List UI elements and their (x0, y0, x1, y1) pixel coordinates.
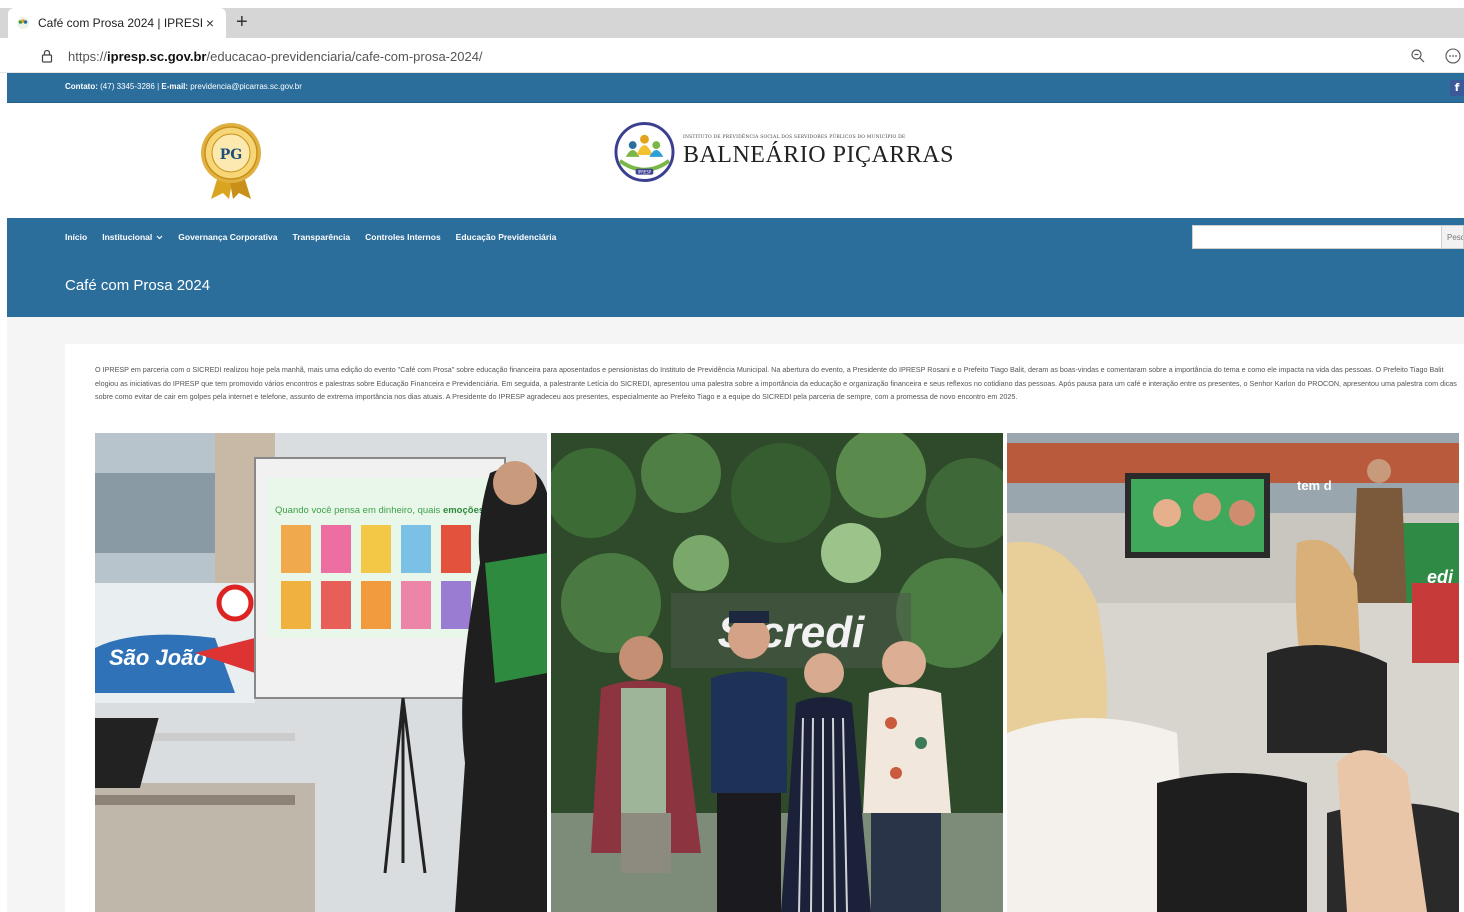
logo-caption: IPRESP (638, 170, 652, 175)
page-titlebar: Café com Prosa 2024 (7, 256, 1464, 317)
zoom-out-icon[interactable] (1410, 48, 1426, 64)
contact-info: Contato: (47) 3345-3286 | E-mail: previd… (65, 82, 302, 91)
site-header: PG IPRESP INSTITUTO DE PREVIDÊNCIA SOCIA… (7, 103, 1464, 218)
chevron-down-icon (156, 235, 163, 239)
nav-item-inicio[interactable]: Início (65, 232, 87, 242)
facebook-icon[interactable]: f (1450, 80, 1464, 96)
badge-letters: PG (220, 147, 242, 163)
new-tab-button[interactable]: + (236, 11, 248, 33)
city-name: BALNEÁRIO PIÇARRAS (682, 142, 954, 168)
browser-tab[interactable]: Café com Prosa 2024 | IPRESP × (8, 8, 226, 38)
photo-group-image: Sicredi (551, 433, 1003, 912)
award-badge-icon: PG (201, 123, 261, 199)
ipresp-logo-icon: IPRESP (614, 122, 675, 182)
lock-icon[interactable] (40, 49, 54, 63)
institute-line: INSTITUTO DE PREVIDÊNCIA SOCIAL DOS SERV… (682, 135, 906, 140)
url-field[interactable]: https://ipresp.sc.gov.br/educacao-previd… (28, 42, 1408, 70)
page-title: Café com Prosa 2024 (65, 277, 211, 294)
nav-item-governanca[interactable]: Governança Corporativa (178, 232, 277, 242)
nav-item-institucional[interactable]: Institucional (102, 232, 163, 242)
article-content: O IPRESP em parceria com o SICREDI reali… (65, 344, 1464, 912)
nav-item-label: Institucional (102, 232, 153, 242)
url-path: /educacao-previdenciaria/cafe-com-prosa-… (206, 48, 483, 64)
site-brand[interactable]: IPRESP INSTITUTO DE PREVIDÊNCIA SOCIAL D… (614, 119, 954, 185)
nav-item-educacao[interactable]: Educação Previdenciária (456, 232, 557, 242)
address-bar: https://ipresp.sc.gov.br/educacao-previd… (0, 38, 1464, 73)
more-options-icon[interactable] (1444, 47, 1462, 65)
gallery-photo-presentation[interactable]: São João Quando você pensa em dinheiro, … (95, 433, 547, 912)
email-label: E-mail: (161, 82, 189, 91)
nav-menu: Início Institucional Governança Corporat… (65, 218, 571, 256)
store-sign-right-text: tem d (1297, 478, 1332, 493)
main-navbar: Início Institucional Governança Corporat… (7, 218, 1464, 256)
article-body: O IPRESP em parceria com o SICREDI reali… (95, 365, 1457, 401)
slide-heading: Quando você pensa em dinheiro, quais emo… (275, 505, 484, 516)
tab-close-icon[interactable]: × (202, 15, 218, 31)
nav-item-controles[interactable]: Controles Internos (365, 232, 441, 242)
contact-separator: | (157, 82, 160, 91)
site-favicon-icon (17, 17, 29, 29)
photo-presentation-image: São João Quando você pensa em dinheiro, … (95, 433, 547, 912)
brand-text: INSTITUTO DE PREVIDÊNCIA SOCIAL DOS SERV… (683, 135, 954, 169)
contact-email[interactable]: previdencia@picarras.sc.gov.br (190, 82, 302, 91)
url-scheme: https:// (68, 48, 108, 64)
webpage: Contato: (47) 3345-3286 | E-mail: previd… (7, 73, 1464, 912)
contact-phone[interactable]: (47) 3345-3286 (100, 82, 155, 91)
gallery-photo-audience[interactable]: tem d edi (1007, 433, 1459, 912)
nav-item-transparencia[interactable]: Transparência (292, 232, 350, 242)
tab-title: Café com Prosa 2024 | IPRESP (38, 16, 202, 30)
gallery-photo-group[interactable]: Sicredi (551, 433, 1003, 912)
slide-heading-emph: emoções (443, 505, 484, 516)
photo-audience-image: tem d edi (1007, 433, 1459, 912)
slide-heading-text: Quando você pensa em dinheiro, quais (275, 505, 443, 516)
url-domain: ipresp.sc.gov.br (107, 48, 207, 64)
store-sign-text: São João (109, 645, 207, 670)
url-text[interactable]: https://ipresp.sc.gov.br/educacao-previd… (68, 49, 483, 64)
contact-topbar: Contato: (47) 3345-3286 | E-mail: previd… (7, 73, 1464, 103)
search-button[interactable]: Pesquisar (1442, 225, 1464, 249)
search-input[interactable] (1192, 225, 1442, 249)
contact-label: Contato: (65, 82, 98, 91)
browser-tabbar: Café com Prosa 2024 | IPRESP × + (0, 0, 1464, 38)
